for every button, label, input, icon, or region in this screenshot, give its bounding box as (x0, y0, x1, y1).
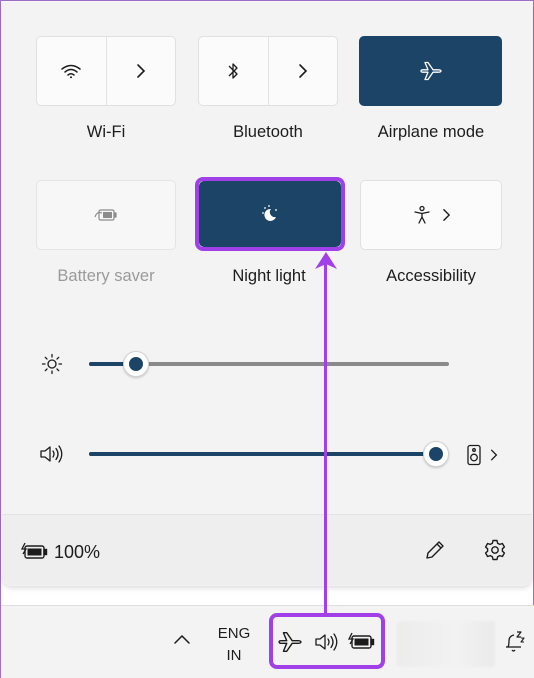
speaker-icon[interactable] (314, 631, 340, 653)
battery-icon[interactable] (348, 631, 376, 651)
language-indicator[interactable]: ENG IN (211, 623, 257, 667)
annotation-arrow-head (315, 252, 337, 269)
bluetooth-icon (227, 61, 239, 81)
audio-output-button[interactable] (466, 442, 506, 468)
airplane-icon[interactable] (278, 631, 302, 653)
clock-area-blurred[interactable] (397, 621, 495, 667)
annotation-arrow (324, 263, 327, 615)
chevron-right-icon (490, 448, 498, 462)
chevron-right-icon (298, 63, 308, 79)
chevron-right-icon (136, 63, 146, 79)
brightness-slider-thumb[interactable] (122, 351, 149, 377)
airplane-mode-label: Airplane mode (377, 123, 485, 141)
bluetooth-tile[interactable] (198, 36, 338, 106)
battery-percent: 100% (54, 542, 101, 562)
gear-icon[interactable] (483, 538, 507, 562)
airplane-icon (419, 61, 442, 81)
bluetooth-toggle[interactable] (199, 37, 268, 105)
wifi-expand-button[interactable] (105, 37, 176, 105)
accessibility-icon (412, 205, 432, 225)
wifi-toggle[interactable] (37, 37, 106, 105)
notification-snooze-icon[interactable] (504, 630, 526, 654)
wifi-tile[interactable] (36, 36, 176, 106)
brightness-icon (41, 353, 63, 375)
audio-output-icon (466, 444, 482, 466)
accessibility-label: Accessibility (386, 267, 476, 285)
pencil-icon[interactable] (423, 538, 447, 562)
battery-saver-label: Battery saver (57, 267, 155, 285)
battery-saver-icon (94, 208, 118, 222)
language-line-1: ENG (217, 625, 251, 642)
battery-icon[interactable] (21, 541, 49, 561)
night-light-highlight (195, 177, 345, 251)
bluetooth-label: Bluetooth (233, 123, 303, 141)
chevron-up-icon[interactable] (173, 633, 191, 645)
volume-slider[interactable] (89, 452, 436, 456)
airplane-mode-tile[interactable] (359, 36, 502, 106)
language-line-2: IN (226, 647, 242, 664)
chevron-right-icon (442, 208, 451, 222)
accessibility-tile[interactable] (360, 180, 502, 250)
bluetooth-expand-button[interactable] (267, 37, 338, 105)
volume-slider-thumb[interactable] (423, 441, 449, 467)
volume-slider-fill (89, 452, 436, 456)
battery-saver-tile (36, 180, 176, 250)
speaker-icon[interactable] (39, 443, 65, 465)
wifi-icon (60, 63, 82, 79)
wifi-label: Wi-Fi (86, 123, 126, 141)
